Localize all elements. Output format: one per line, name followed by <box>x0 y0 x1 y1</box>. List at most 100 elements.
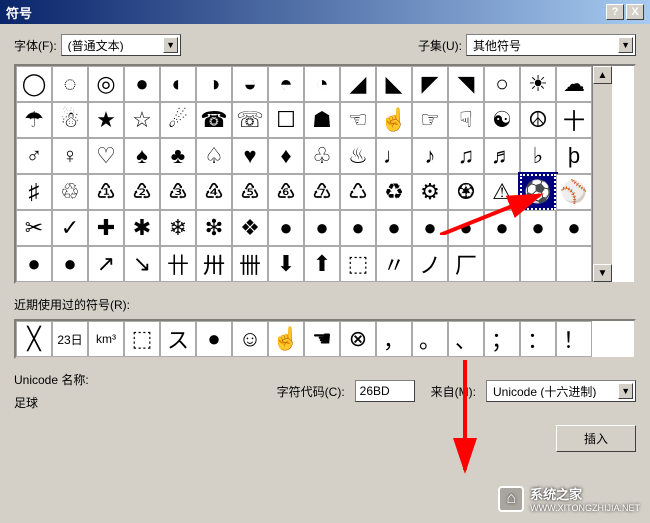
symbol-cell[interactable]: ⚾ <box>556 174 592 210</box>
symbol-cell[interactable]: 卌 <box>232 246 268 282</box>
symbol-cell[interactable]: ◤ <box>412 66 448 102</box>
symbol-cell[interactable]: ❖ <box>232 210 268 246</box>
from-input[interactable] <box>493 384 618 398</box>
symbol-cell[interactable]: ◐ <box>160 66 196 102</box>
symbol-cell[interactable]: ❇ <box>196 210 232 246</box>
symbol-cell[interactable]: ◔ <box>304 66 340 102</box>
recent-symbol-cell[interactable]: ： <box>520 321 556 357</box>
symbol-cell[interactable]: ♨ <box>340 138 376 174</box>
symbol-cell[interactable]: ❄ <box>160 210 196 246</box>
symbol-cell[interactable]: ☂ <box>16 102 52 138</box>
symbol-cell[interactable]: ● <box>268 210 304 246</box>
symbol-cell[interactable]: ♹ <box>304 174 340 210</box>
symbol-cell[interactable]: ♯ <box>16 174 52 210</box>
symbol-cell[interactable]: ○ <box>484 66 520 102</box>
subset-input[interactable] <box>473 38 618 52</box>
scroll-down-button[interactable]: ▼ <box>593 264 612 282</box>
symbol-cell[interactable]: ☁ <box>556 66 592 102</box>
symbol-cell[interactable]: ☞ <box>412 102 448 138</box>
symbol-cell[interactable]: ♂ <box>16 138 52 174</box>
symbol-cell[interactable]: ● <box>124 66 160 102</box>
symbol-cell[interactable]: ⚽ <box>520 174 556 210</box>
recent-symbol-cell[interactable]: ☚ <box>304 321 340 357</box>
symbol-cell[interactable]: ◯ <box>16 66 52 102</box>
recent-symbol-cell[interactable]: ╳ <box>16 321 52 357</box>
symbol-cell[interactable]: ● <box>412 210 448 246</box>
symbol-cell[interactable]: ♳ <box>88 174 124 210</box>
symbol-cell[interactable]: ☀ <box>520 66 556 102</box>
symbol-cell[interactable]: ● <box>448 210 484 246</box>
recent-symbol-cell[interactable]: ！ <box>556 321 592 357</box>
symbol-cell[interactable]: ♩ <box>376 138 412 174</box>
symbol-cell[interactable]: ♻ <box>376 174 412 210</box>
recent-symbol-cell[interactable]: 、 <box>448 321 484 357</box>
symbol-cell[interactable]: ● <box>520 210 556 246</box>
symbol-cell[interactable]: ♷ <box>232 174 268 210</box>
symbol-cell[interactable]: ♴ <box>124 174 160 210</box>
char-code-input[interactable] <box>355 380 415 402</box>
symbol-cell[interactable]: ⬇ <box>268 246 304 282</box>
symbol-cell[interactable]: ☮ <box>520 102 556 138</box>
symbol-cell[interactable]: ● <box>16 246 52 282</box>
symbol-cell[interactable]: ◌ <box>52 66 88 102</box>
symbol-cell[interactable]: ノ <box>412 246 448 282</box>
scroll-up-button[interactable]: ▲ <box>593 66 612 84</box>
recent-symbol-cell[interactable]: ， <box>376 321 412 357</box>
scrollbar[interactable]: ▲ ▼ <box>592 66 612 282</box>
recent-symbol-cell[interactable]: km³ <box>88 321 124 357</box>
symbol-cell[interactable]: 卄 <box>160 246 196 282</box>
from-combo[interactable]: ▼ <box>486 380 636 402</box>
recent-symbol-cell[interactable]: ⬚ <box>124 321 160 357</box>
symbol-cell[interactable]: ✂ <box>16 210 52 246</box>
symbol-cell[interactable]: 卅 <box>196 246 232 282</box>
symbol-cell[interactable]: ● <box>376 210 412 246</box>
recent-symbol-cell[interactable]: ☺ <box>232 321 268 357</box>
font-input[interactable] <box>68 38 164 52</box>
close-button[interactable]: X <box>626 4 644 20</box>
symbol-cell[interactable]: ◒ <box>232 66 268 102</box>
recent-symbol-cell[interactable]: ⊗ <box>340 321 376 357</box>
symbol-cell[interactable]: ♪ <box>412 138 448 174</box>
symbol-cell[interactable]: ● <box>484 210 520 246</box>
symbol-cell[interactable]: ♸ <box>268 174 304 210</box>
symbol-cell[interactable]: ↗ <box>88 246 124 282</box>
symbol-cell[interactable]: ♤ <box>196 138 232 174</box>
subset-dropdown-button[interactable]: ▼ <box>618 37 633 53</box>
symbol-cell[interactable]: ● <box>52 246 88 282</box>
symbol-cell[interactable]: ♧ <box>304 138 340 174</box>
from-dropdown-button[interactable]: ▼ <box>618 383 633 399</box>
symbol-cell[interactable]: ⬚ <box>340 246 376 282</box>
symbol-cell[interactable]: ● <box>556 210 592 246</box>
symbol-cell[interactable] <box>484 246 520 282</box>
symbol-cell[interactable]: ♀ <box>52 138 88 174</box>
symbol-cell[interactable]: ♡ <box>88 138 124 174</box>
symbol-cell[interactable]: ♶ <box>196 174 232 210</box>
symbol-cell[interactable]: ☝ <box>376 102 412 138</box>
symbol-cell[interactable]: ☟ <box>448 102 484 138</box>
symbol-cell[interactable]: ✓ <box>52 210 88 246</box>
symbol-cell[interactable]: ♠ <box>124 138 160 174</box>
symbol-cell[interactable]: ☯ <box>484 102 520 138</box>
symbol-cell[interactable] <box>556 246 592 282</box>
symbol-cell[interactable]: ♼ <box>448 174 484 210</box>
symbol-cell[interactable]: ◢ <box>340 66 376 102</box>
symbol-cell[interactable]: ⚠ <box>484 174 520 210</box>
symbol-cell[interactable]: ● <box>340 210 376 246</box>
symbol-cell[interactable]: ↘ <box>124 246 160 282</box>
symbol-cell[interactable]: ☜ <box>340 102 376 138</box>
symbol-cell[interactable]: ✚ <box>88 210 124 246</box>
recent-symbol-cell[interactable]: ； <box>484 321 520 357</box>
symbol-cell[interactable]: ✱ <box>124 210 160 246</box>
help-button[interactable]: ? <box>606 4 624 20</box>
symbol-cell[interactable]: ◎ <box>88 66 124 102</box>
recent-symbol-cell[interactable]: 23日 <box>52 321 88 357</box>
symbol-cell[interactable]: 十 <box>556 102 592 138</box>
symbol-cell[interactable]: ♣ <box>160 138 196 174</box>
symbol-cell[interactable]: ♭ <box>520 138 556 174</box>
symbol-cell[interactable]: ⚙ <box>412 174 448 210</box>
recent-symbol-cell[interactable]: ☝ <box>268 321 304 357</box>
subset-combo[interactable]: ▼ <box>466 34 636 56</box>
insert-button[interactable]: 插入 <box>556 425 636 452</box>
font-combo[interactable]: ▼ <box>61 34 181 56</box>
symbol-cell[interactable]: ☎ <box>196 102 232 138</box>
